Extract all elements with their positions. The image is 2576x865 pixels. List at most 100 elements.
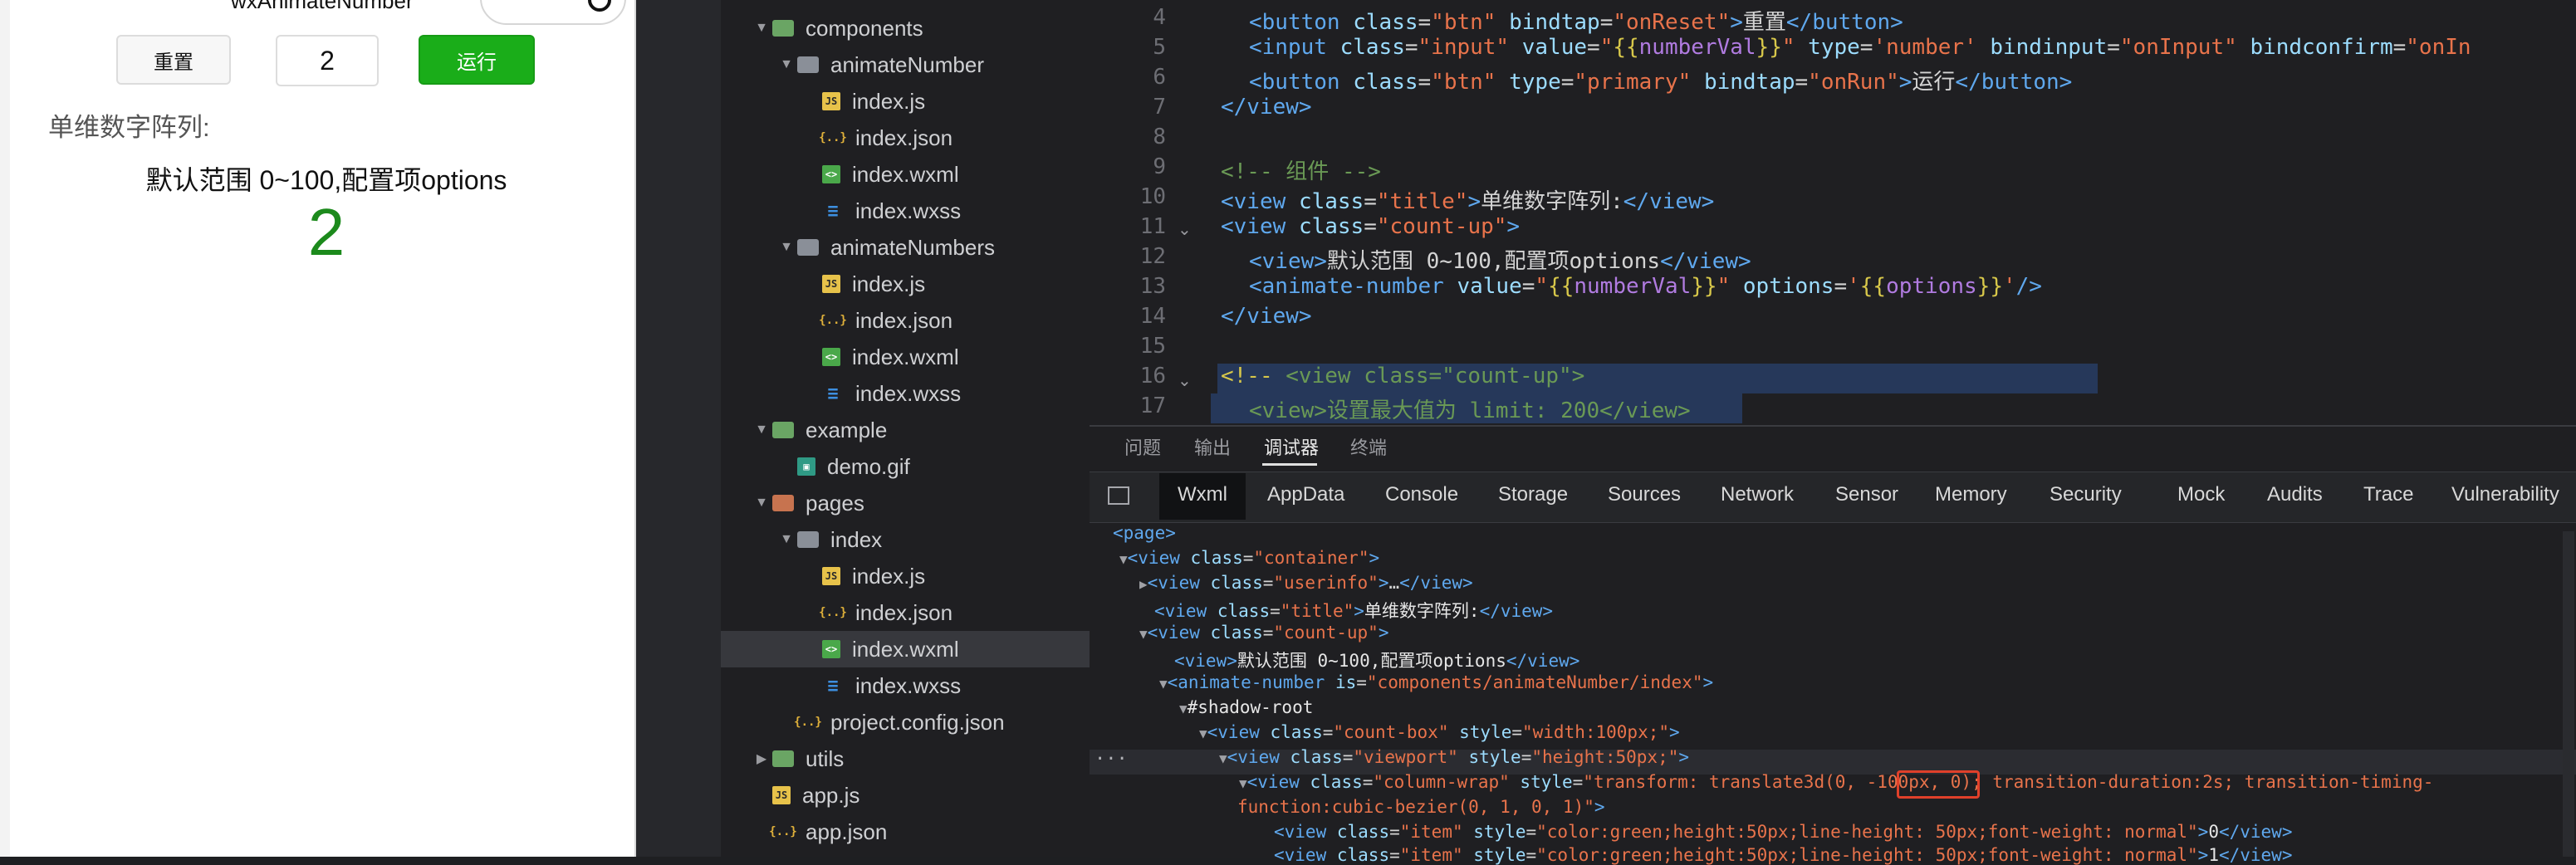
- dom-node[interactable]: <view class="item" style="color:green;he…: [1274, 822, 2292, 842]
- tree-item[interactable]: {..} index.json: [721, 594, 1090, 631]
- tree-item[interactable]: ▼ example: [721, 412, 1090, 448]
- devtab-console[interactable]: Console: [1385, 483, 1458, 506]
- wxss-file-icon: ≡: [827, 200, 839, 222]
- dom-node[interactable]: <view class="item" style="color:green;he…: [1274, 845, 2292, 865]
- tree-item[interactable]: <> index.wxml: [721, 339, 1090, 375]
- code-line[interactable]: <view class="title">单维数字阵列:</view>: [1221, 184, 1714, 215]
- chevron-down-icon[interactable]: ▼: [776, 240, 797, 255]
- tab-terminal[interactable]: 终端: [1350, 433, 1387, 460]
- close-icon[interactable]: [588, 0, 611, 12]
- tab-debugger[interactable]: 调试器: [1264, 433, 1319, 460]
- dom-node[interactable]: ▼<view class="count-up">: [1139, 623, 1388, 643]
- tree-gutter: [636, 0, 721, 857]
- devtab-audits[interactable]: Audits: [2267, 483, 2323, 506]
- devtab-security[interactable]: Security: [2050, 483, 2122, 506]
- devtab-sensor[interactable]: Sensor: [1835, 483, 1898, 506]
- dom-node-selected[interactable]: ▼<view class="viewport" style="height:50…: [1219, 747, 1689, 767]
- number-input[interactable]: 2: [276, 35, 379, 86]
- tree-item[interactable]: ▼ index: [721, 521, 1090, 558]
- code-line[interactable]: <button class="btn" type="primary" bindt…: [1249, 65, 2072, 95]
- code-line[interactable]: <view>设置最大值为 limit: 200</view>: [1249, 393, 1691, 424]
- tree-item[interactable]: JS app.js: [721, 777, 1090, 814]
- dom-node[interactable]: ▼<view class="container">: [1119, 548, 1379, 568]
- tree-item-label: index: [830, 526, 883, 552]
- chevron-down-icon[interactable]: ▼: [751, 423, 772, 437]
- tab-output[interactable]: 输出: [1194, 433, 1231, 460]
- devtab-sources[interactable]: Sources: [1608, 483, 1681, 506]
- code-line[interactable]: <view class="count-up">: [1221, 214, 1520, 239]
- tree-item[interactable]: ≡ index.wxss: [721, 375, 1090, 412]
- tree-item[interactable]: ▼ animateNumbers: [721, 229, 1090, 266]
- line-number: 9: [1153, 154, 1166, 179]
- code-line[interactable]: <animate-number value="{{numberVal}}" op…: [1249, 274, 2042, 299]
- tree-item[interactable]: JS index.js: [721, 83, 1090, 120]
- tree-item[interactable]: ▼ pages: [721, 485, 1090, 521]
- line-number: 10: [1139, 184, 1166, 209]
- code-line[interactable]: </view>: [1221, 304, 1312, 329]
- code-line[interactable]: <!-- 组件 -->: [1221, 154, 1381, 185]
- code-line[interactable]: </view>: [1221, 95, 1312, 120]
- line-number: 14: [1139, 304, 1166, 329]
- devtab-trace[interactable]: Trace: [2363, 483, 2413, 506]
- devtab-appdata[interactable]: AppData: [1267, 483, 1344, 506]
- chevron-down-icon[interactable]: ▼: [776, 532, 797, 547]
- tree-item[interactable]: ≡ index.wxss: [721, 193, 1090, 229]
- tree-item[interactable]: {..} project.config.json: [721, 704, 1090, 740]
- dom-node[interactable]: ▼<animate-number is="components/animateN…: [1159, 672, 1713, 692]
- tree-item[interactable]: {..} app.json: [721, 814, 1090, 850]
- inspect-element-icon[interactable]: [1108, 486, 1129, 505]
- dom-node[interactable]: <view class="title">单维数字阵列:</view>: [1154, 598, 1553, 623]
- devtab-mock[interactable]: Mock: [2177, 483, 2225, 506]
- tree-item[interactable]: ▣ demo.gif: [721, 448, 1090, 485]
- line-number: 4: [1153, 5, 1166, 30]
- code-line[interactable]: <view>默认范围 0~100,配置项options</view>: [1249, 244, 1751, 275]
- active-tab-indicator: [1262, 463, 1317, 466]
- fold-chevron-icon[interactable]: ⌄: [1178, 219, 1192, 239]
- tree-item[interactable]: {..} index.json: [721, 120, 1090, 156]
- dom-node[interactable]: ▼<view class="count-box" style="width:10…: [1199, 722, 1680, 742]
- tree-item[interactable]: <> index.wxml: [721, 631, 1090, 667]
- chevron-right-icon[interactable]: ▶: [751, 750, 772, 767]
- devtab-storage[interactable]: Storage: [1498, 483, 1568, 506]
- devtab-vulnerability[interactable]: Vulnerability: [2451, 483, 2559, 506]
- run-button[interactable]: 运行: [419, 35, 535, 85]
- menu-capsule[interactable]: [480, 0, 626, 25]
- tab-problems[interactable]: 问题: [1124, 433, 1161, 460]
- folder-icon: [772, 422, 794, 438]
- section-title: 单维数字阵列:: [48, 113, 210, 142]
- reset-button[interactable]: 重置: [116, 35, 231, 85]
- dom-node[interactable]: <view>默认范围 0~100,配置项options</view>: [1174, 648, 1579, 672]
- tree-item[interactable]: ≡ index.wxss: [721, 667, 1090, 704]
- chevron-down-icon[interactable]: ▼: [751, 21, 772, 36]
- dom-node[interactable]: <page>: [1113, 523, 1176, 543]
- tree-item[interactable]: ▼ components: [721, 10, 1090, 46]
- devtab-wxml[interactable]: Wxml: [1178, 483, 1227, 506]
- fold-chevron-icon[interactable]: ⌄: [1178, 370, 1192, 390]
- more-icon[interactable]: ···: [1095, 749, 1128, 770]
- js-file-icon: JS: [772, 786, 791, 804]
- code-line[interactable]: <input class="input" value="{{numberVal}…: [1249, 35, 2471, 60]
- js-file-icon: JS: [822, 567, 840, 585]
- tree-item[interactable]: <> index.wxml: [721, 156, 1090, 193]
- devtab-memory[interactable]: Memory: [1935, 483, 2007, 506]
- json-file-icon: {..}: [819, 131, 847, 144]
- code-line[interactable]: <button class="btn" bindtap="onReset">重置…: [1249, 5, 1903, 36]
- dom-node[interactable]: ▼#shadow-root: [1179, 697, 1313, 717]
- code-line[interactable]: <!-- <view class="count-up">: [1221, 364, 1584, 389]
- tree-item[interactable]: JS index.js: [721, 266, 1090, 302]
- tree-item[interactable]: JS index.js: [721, 558, 1090, 594]
- js-file-icon: JS: [822, 275, 840, 293]
- chevron-down-icon[interactable]: ▼: [751, 496, 772, 511]
- chevron-down-icon[interactable]: ▼: [776, 57, 797, 72]
- scrollbar[interactable]: [2563, 531, 2574, 857]
- tree-item-label: index.wxss: [855, 672, 962, 698]
- tree-item-label: index.wxss: [855, 198, 962, 223]
- tree-item[interactable]: ▶ utils: [721, 740, 1090, 777]
- devtab-network[interactable]: Network: [1721, 483, 1794, 506]
- dom-node[interactable]: ▶<view class="userinfo">…</view>: [1139, 573, 1473, 593]
- line-number: 8: [1153, 125, 1166, 149]
- dom-node[interactable]: ▼<view class="column-wrap" style="transf…: [1239, 772, 2433, 792]
- tree-item[interactable]: ▼ animateNumber: [721, 46, 1090, 83]
- tree-item[interactable]: {..} index.json: [721, 302, 1090, 339]
- line-number: 16: [1139, 364, 1166, 389]
